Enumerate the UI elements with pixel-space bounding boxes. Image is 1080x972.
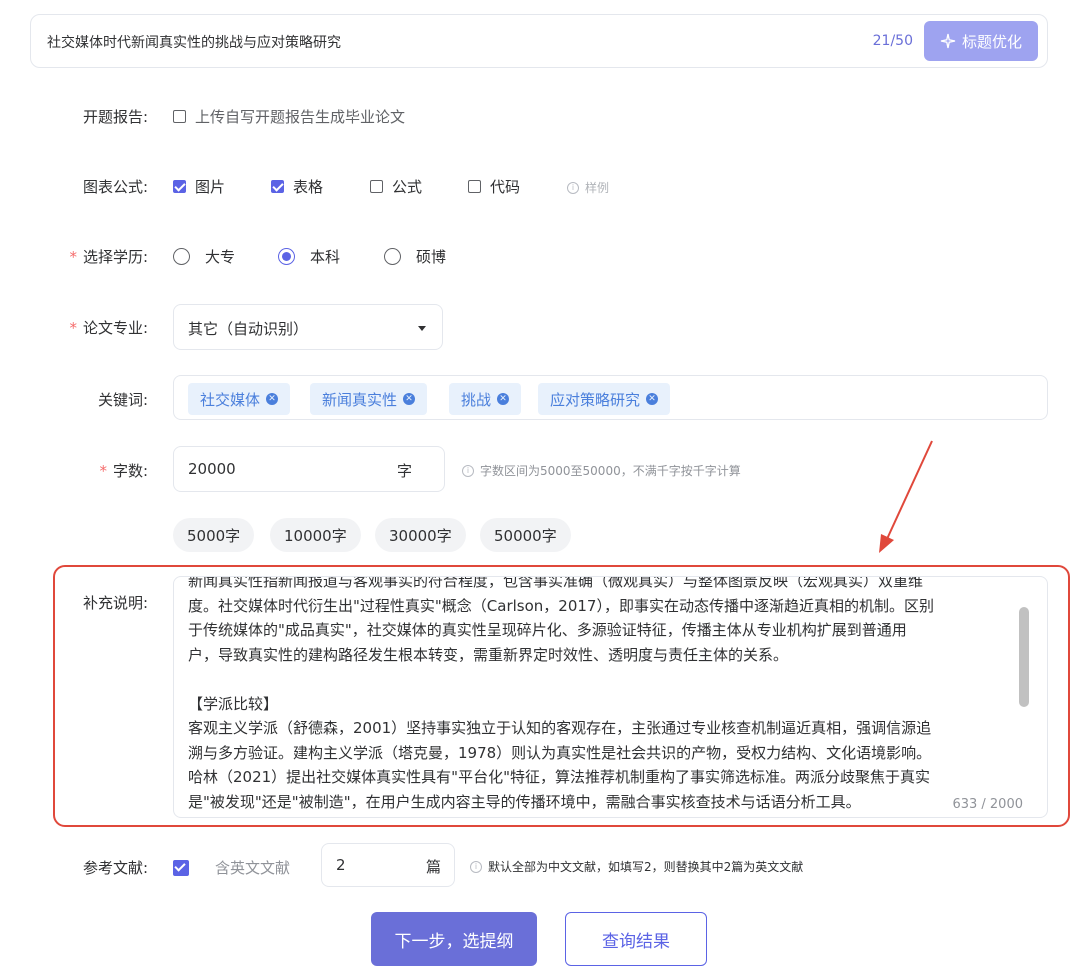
word-count-preset[interactable]: 30000字: [375, 518, 466, 552]
word-count-label-text: 字数:: [112, 462, 148, 480]
word-count-hint: i 字数区间为5000至50000，不满千字按千字计算: [462, 462, 741, 479]
education-option-label: 本科: [310, 248, 341, 266]
supplement-line: 溯与多方验证。建构主义学派（塔克曼，1978）则认为真实性是社会共识的产物，受权…: [188, 743, 932, 762]
required-mark: *: [69, 248, 77, 266]
charts-example-label: 样例: [585, 181, 610, 195]
info-icon: i: [470, 860, 482, 873]
supplement-line: 客观主义学派（舒德森，2001）坚持事实独立于认知的客观存在，主张通过专业核查机…: [188, 719, 932, 737]
keyword-tag-label: 社交媒体: [200, 390, 261, 409]
keyword-tag-label: 挑战: [461, 390, 492, 409]
caret-down-icon: [418, 326, 426, 331]
keyword-tag: 挑战 ✕: [449, 383, 522, 415]
table-checkbox[interactable]: [271, 180, 284, 193]
education-option-junior[interactable]: 大专: [173, 246, 235, 267]
word-count-preset[interactable]: 50000字: [480, 518, 571, 552]
word-count-unit: 字: [396, 462, 412, 480]
proposal-option-label: 上传自写开题报告生成毕业论文: [195, 108, 406, 126]
english-references-value: 2: [336, 856, 346, 874]
charts-option-table[interactable]: 表格: [271, 176, 323, 197]
charts-example-link[interactable]: i 样例: [567, 179, 609, 196]
charts-option-label: 代码: [490, 178, 521, 196]
major-select[interactable]: 其它（自动识别）: [173, 304, 443, 350]
supplement-line: 度。社交媒体时代衍生出"过程性真实"概念（Carlson，2017），即事实在动…: [188, 596, 934, 615]
education-option-label: 硕博: [416, 248, 447, 266]
charts-option-formula[interactable]: 公式: [370, 176, 422, 197]
proposal-upload-option[interactable]: 上传自写开题报告生成毕业论文: [173, 106, 405, 127]
keyword-tag: 应对策略研究 ✕: [538, 383, 671, 415]
supplement-text: 新闻真实性指新闻报道与客观事实的符合程度，包含事实准确（微观真实）与整体图景反映…: [188, 576, 1013, 814]
annotation-arrow: [879, 440, 933, 553]
title-char-count: 21/50: [872, 33, 913, 49]
graduate-radio[interactable]: [384, 248, 401, 265]
proposal-checkbox[interactable]: [173, 110, 186, 123]
english-references-unit: 篇: [425, 858, 441, 876]
proposal-label: 开题报告:: [82, 108, 148, 126]
sparkle-icon: [940, 33, 956, 49]
scrollbar-thumb[interactable]: [1019, 607, 1029, 707]
supplement-line: 【学派比较】: [188, 694, 279, 713]
query-results-button[interactable]: 查询结果: [565, 912, 707, 966]
supplement-textarea[interactable]: 新闻真实性指新闻报道与客观事实的符合程度，包含事实准确（微观真实）与整体图景反映…: [173, 576, 1048, 818]
charts-option-label: 图片: [195, 178, 226, 196]
references-include-english[interactable]: 含英文文献: [173, 857, 290, 878]
supplement-line: [188, 667, 1013, 692]
charts-option-label: 公式: [392, 178, 423, 196]
close-icon[interactable]: ✕: [266, 393, 279, 405]
required-mark: *: [99, 462, 107, 480]
education-label-text: 选择学历:: [82, 248, 148, 266]
image-checkbox[interactable]: [173, 180, 186, 193]
keywords-input[interactable]: 社交媒体 ✕ 新闻真实性 ✕ 挑战 ✕ 应对策略研究 ✕: [173, 375, 1048, 420]
major-label: * 论文专业:: [0, 317, 148, 338]
education-option-label: 大专: [205, 248, 236, 266]
english-references-input[interactable]: 2 篇: [321, 843, 455, 887]
info-icon: i: [567, 181, 579, 194]
supplement-line: 户，导致真实性的建构路径发生根本转变，需重新界定时效性、透明度与责任主体的关系。: [188, 645, 789, 664]
charts-option-image[interactable]: 图片: [173, 176, 225, 197]
junior-radio[interactable]: [173, 248, 190, 265]
charts-option-code[interactable]: 代码: [468, 176, 520, 197]
keyword-tag-label: 应对策略研究: [550, 390, 641, 409]
keywords-label: 关键词:: [97, 391, 148, 409]
education-option-graduate[interactable]: 硕博: [384, 246, 446, 267]
next-step-button[interactable]: 下一步，选提纲: [371, 912, 537, 966]
references-hint-text: 默认全部为中文文献，如填写2，则替换其中2篇为英文文献: [488, 860, 804, 874]
close-icon[interactable]: ✕: [497, 393, 510, 405]
title-input[interactable]: 社交媒体时代新闻真实性的挑战与应对策略研究 21/50 标题优化: [30, 14, 1048, 68]
charts-option-label: 表格: [293, 178, 324, 196]
supplement-line: 是"被发现"还是"被制造"，在用户生成内容主导的传播环境中，需融合事实核查技术与…: [188, 792, 861, 811]
code-checkbox[interactable]: [468, 180, 481, 193]
title-text: 社交媒体时代新闻真实性的挑战与应对策略研究: [47, 35, 341, 51]
include-english-label: 含英文文献: [215, 859, 291, 877]
education-label: * 选择学历:: [0, 246, 148, 267]
bachelor-radio[interactable]: [278, 248, 295, 265]
word-count-input[interactable]: 20000 字: [173, 446, 445, 492]
info-icon: i: [462, 464, 474, 477]
word-count-preset[interactable]: 10000字: [270, 518, 361, 552]
close-icon[interactable]: ✕: [403, 393, 416, 405]
word-count-value: 20000: [188, 460, 236, 478]
keyword-tag: 社交媒体 ✕: [188, 383, 291, 415]
keyword-tag-label: 新闻真实性: [322, 390, 398, 409]
required-mark: *: [69, 319, 77, 337]
references-hint: i 默认全部为中文文献，如填写2，则替换其中2篇为英文文献: [470, 858, 803, 875]
charts-label: 图表公式:: [82, 178, 148, 196]
word-count-hint-text: 字数区间为5000至50000，不满千字按千字计算: [480, 464, 741, 478]
word-count-preset[interactable]: 5000字: [173, 518, 255, 552]
formula-checkbox[interactable]: [370, 180, 383, 193]
supplement-line: 新闻真实性指新闻报道与客观事实的符合程度，包含事实准确（微观真实）与整体图景反映…: [188, 576, 924, 590]
close-icon[interactable]: ✕: [646, 393, 659, 405]
supplement-char-count: 633 / 2000: [950, 797, 1025, 812]
supplement-line: 哈林（2021）提出社交媒体真实性具有"平台化"特征，算法推荐机制重构了事实筛选…: [188, 768, 930, 786]
major-label-text: 论文专业:: [82, 319, 148, 337]
supplement-label: 补充说明:: [82, 594, 148, 612]
include-english-checkbox[interactable]: [173, 859, 189, 876]
keyword-tag: 新闻真实性 ✕: [310, 383, 428, 415]
title-optimize-button[interactable]: 标题优化: [924, 21, 1038, 61]
education-option-bachelor[interactable]: 本科: [278, 246, 340, 267]
title-optimize-label: 标题优化: [961, 32, 1022, 51]
supplement-line: 于传统媒体的"成品真实"，社交媒体的真实性呈现碎片化、多源验证特征，传播主体从专…: [188, 621, 907, 639]
word-count-label: * 字数:: [0, 460, 148, 481]
references-label: 参考文献:: [82, 859, 148, 877]
major-select-value: 其它（自动识别）: [188, 320, 309, 338]
